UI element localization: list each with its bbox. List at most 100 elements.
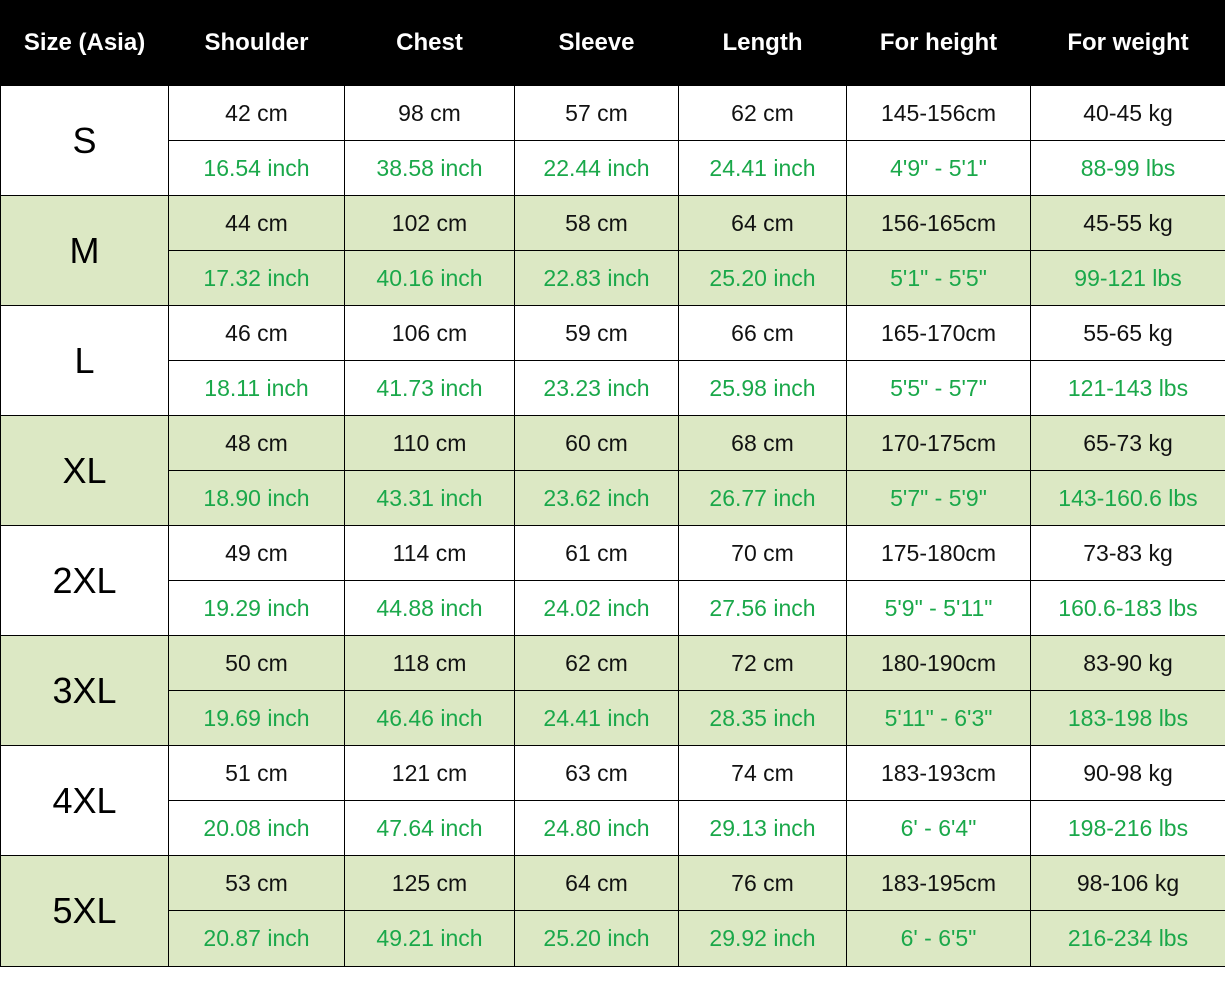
cell-for-height-imperial: 6' - 6'4" (846, 800, 1031, 856)
cell-for-weight-imperial: 143-160.6 lbs (1030, 470, 1225, 526)
cell-for-weight-metric: 98-106 kg (1030, 855, 1225, 911)
cell-length-imperial: 27.56 inch (678, 580, 847, 636)
cell-chest-metric: 121 cm (344, 745, 515, 801)
table-row-metric: 2XL 49 cm 114 cm 61 cm 70 cm 175-180cm 73-83 k… (0, 525, 1225, 636)
cell-sleeve-imperial: 24.02 inch (514, 580, 679, 636)
cell-length-metric: 72 cm (678, 635, 847, 691)
cell-for-height-metric: 145-156cm (846, 85, 1031, 141)
size-label: 5XL (0, 855, 169, 967)
cell-sleeve-imperial: 22.44 inch (514, 140, 679, 196)
cell-for-weight-imperial: 216-234 lbs (1030, 910, 1225, 967)
table-row-metric: 4XL 51 cm 121 cm 63 cm 74 cm 183-193cm 90-98 k… (0, 745, 1225, 856)
cell-shoulder-metric: 48 cm (168, 415, 345, 471)
cell-chest-imperial: 46.46 inch (344, 690, 515, 746)
cell-shoulder-metric: 51 cm (168, 745, 345, 801)
header-for-weight: For weight (1030, 0, 1225, 86)
cell-sleeve-metric: 64 cm (514, 855, 679, 911)
cell-for-height-metric: 183-193cm (846, 745, 1031, 801)
table-row-imperial: 20.87 inch 49.21 inch 25.20 inch 29.92 inch… (1, 910, 1225, 967)
cell-sleeve-imperial: 25.20 inch (514, 910, 679, 967)
header-length: Length (678, 0, 847, 86)
cell-shoulder-metric: 53 cm (168, 855, 345, 911)
header-for-height: For height (846, 0, 1031, 86)
cell-sleeve-metric: 60 cm (514, 415, 679, 471)
cell-chest-metric: 118 cm (344, 635, 515, 691)
cell-sleeve-metric: 62 cm (514, 635, 679, 691)
table-row-imperial: 16.54 inch 38.58 inch 22.44 inch 24.41 inch… (1, 140, 1225, 196)
cell-length-imperial: 29.13 inch (678, 800, 847, 856)
cell-chest-metric: 125 cm (344, 855, 515, 911)
cell-chest-metric: 106 cm (344, 305, 515, 361)
size-label: S (0, 85, 169, 196)
table-row-metric: S 42 cm 98 cm 57 cm 62 cm 145-156cm 40-45 kg (0, 85, 1225, 196)
cell-for-height-imperial: 5'7" - 5'9" (846, 470, 1031, 526)
cell-for-weight-imperial: 121-143 lbs (1030, 360, 1225, 416)
cell-shoulder-metric: 50 cm (168, 635, 345, 691)
size-label: L (0, 305, 169, 416)
cell-sleeve-imperial: 24.80 inch (514, 800, 679, 856)
cell-for-weight-metric: 73-83 kg (1030, 525, 1225, 581)
cell-length-imperial: 28.35 inch (678, 690, 847, 746)
cell-sleeve-metric: 61 cm (514, 525, 679, 581)
cell-for-weight-metric: 45-55 kg (1030, 195, 1225, 251)
cell-shoulder-metric: 46 cm (168, 305, 345, 361)
cell-shoulder-imperial: 16.54 inch (168, 140, 345, 196)
size-label: 3XL (0, 635, 169, 746)
cell-sleeve-imperial: 23.62 inch (514, 470, 679, 526)
cell-for-height-imperial: 5'11" - 6'3" (846, 690, 1031, 746)
header-chest: Chest (344, 0, 515, 86)
table-row-metric: 3XL 50 cm 118 cm 62 cm 72 cm 180-190cm 83-90 k… (0, 635, 1225, 746)
cell-length-imperial: 25.98 inch (678, 360, 847, 416)
cell-for-height-metric: 175-180cm (846, 525, 1031, 581)
table-row-imperial: 17.32 inch 40.16 inch 22.83 inch 25.20 inch… (1, 250, 1225, 306)
table-row-imperial: 18.90 inch 43.31 inch 23.62 inch 26.77 inch… (1, 470, 1225, 526)
cell-shoulder-metric: 42 cm (168, 85, 345, 141)
cell-sleeve-metric: 59 cm (514, 305, 679, 361)
cell-length-imperial: 26.77 inch (678, 470, 847, 526)
cell-length-metric: 64 cm (678, 195, 847, 251)
cell-for-weight-metric: 40-45 kg (1030, 85, 1225, 141)
cell-for-height-metric: 183-195cm (846, 855, 1031, 911)
table-row-metric: 5XL 53 cm 125 cm 64 cm 76 cm 183-195cm 98-106 … (0, 855, 1225, 967)
cell-for-weight-metric: 55-65 kg (1030, 305, 1225, 361)
cell-chest-imperial: 38.58 inch (344, 140, 515, 196)
cell-length-metric: 68 cm (678, 415, 847, 471)
cell-for-weight-metric: 65-73 kg (1030, 415, 1225, 471)
cell-length-metric: 70 cm (678, 525, 847, 581)
size-label: 2XL (0, 525, 169, 636)
cell-sleeve-imperial: 22.83 inch (514, 250, 679, 306)
cell-shoulder-metric: 49 cm (168, 525, 345, 581)
cell-for-weight-metric: 90-98 kg (1030, 745, 1225, 801)
cell-chest-imperial: 47.64 inch (344, 800, 515, 856)
table-header: Size (Asia) Shoulder Chest Sleeve Length… (0, 0, 1225, 86)
table-row-imperial: 20.08 inch 47.64 inch 24.80 inch 29.13 inch… (1, 800, 1225, 856)
cell-for-weight-imperial: 198-216 lbs (1030, 800, 1225, 856)
cell-chest-metric: 110 cm (344, 415, 515, 471)
cell-sleeve-imperial: 24.41 inch (514, 690, 679, 746)
cell-for-height-metric: 165-170cm (846, 305, 1031, 361)
cell-for-height-metric: 156-165cm (846, 195, 1031, 251)
cell-sleeve-metric: 63 cm (514, 745, 679, 801)
table-body: S 42 cm 98 cm 57 cm 62 cm 145-156cm 40-45 kg 16… (0, 85, 1225, 967)
cell-sleeve-metric: 58 cm (514, 195, 679, 251)
cell-for-weight-imperial: 183-198 lbs (1030, 690, 1225, 746)
cell-chest-metric: 102 cm (344, 195, 515, 251)
cell-sleeve-imperial: 23.23 inch (514, 360, 679, 416)
table-row-metric: M 44 cm 102 cm 58 cm 64 cm 156-165cm 45-55 kg (0, 195, 1225, 306)
cell-shoulder-imperial: 20.08 inch (168, 800, 345, 856)
size-label: 4XL (0, 745, 169, 856)
cell-for-height-imperial: 5'5" - 5'7" (846, 360, 1031, 416)
cell-for-weight-imperial: 88-99 lbs (1030, 140, 1225, 196)
cell-for-height-imperial: 5'9" - 5'11" (846, 580, 1031, 636)
cell-chest-imperial: 41.73 inch (344, 360, 515, 416)
cell-length-metric: 74 cm (678, 745, 847, 801)
cell-length-imperial: 29.92 inch (678, 910, 847, 967)
cell-for-height-metric: 170-175cm (846, 415, 1031, 471)
cell-for-height-metric: 180-190cm (846, 635, 1031, 691)
table-row-metric: XL 48 cm 110 cm 60 cm 68 cm 170-175cm 65-73 kg (0, 415, 1225, 526)
size-label: M (0, 195, 169, 306)
table-row-imperial: 19.29 inch 44.88 inch 24.02 inch 27.56 inch… (1, 580, 1225, 636)
cell-chest-metric: 98 cm (344, 85, 515, 141)
cell-length-metric: 66 cm (678, 305, 847, 361)
header-size: Size (Asia) (0, 0, 169, 86)
